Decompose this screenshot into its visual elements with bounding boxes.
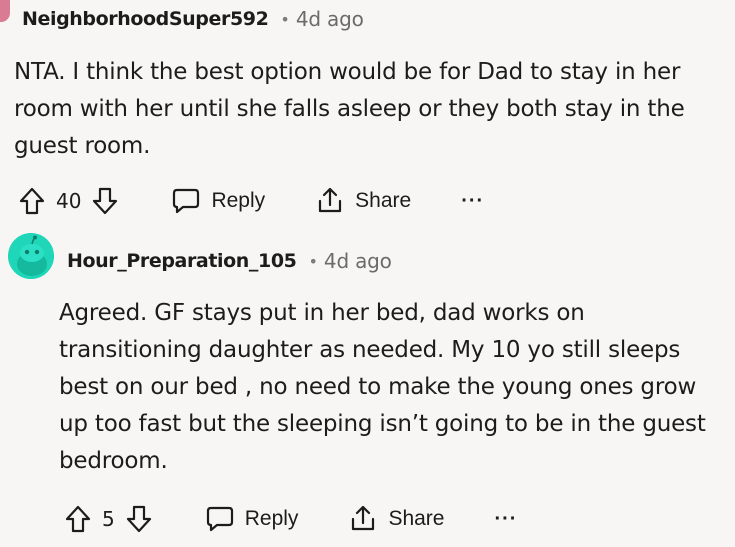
timestamp[interactable]: 4d ago bbox=[324, 249, 392, 273]
reply-button[interactable]: Reply bbox=[171, 187, 265, 215]
chat-bubble-icon bbox=[171, 187, 201, 215]
more-options-icon[interactable]: ··· bbox=[494, 508, 517, 531]
vote-count: 40 bbox=[56, 189, 82, 213]
upvote-icon[interactable] bbox=[64, 504, 92, 534]
share-label: Share bbox=[355, 189, 412, 212]
upvote-icon[interactable] bbox=[18, 186, 46, 216]
comment-header: NeighborhoodSuper592 • 4d ago bbox=[22, 4, 364, 34]
share-icon bbox=[348, 504, 378, 534]
downvote-icon[interactable] bbox=[125, 504, 153, 534]
share-label: Share bbox=[388, 507, 445, 530]
share-button[interactable]: Share bbox=[315, 186, 411, 216]
reply-label: Reply bbox=[244, 507, 299, 530]
share-icon bbox=[315, 186, 345, 216]
snoo-avatar-icon bbox=[8, 233, 54, 279]
separator-dot: • bbox=[308, 251, 318, 271]
reply-button[interactable]: Reply bbox=[205, 505, 299, 533]
comment-actions: 40 Reply Share ··· bbox=[18, 181, 484, 221]
chat-bubble-icon bbox=[205, 505, 235, 533]
timestamp[interactable]: 4d ago bbox=[296, 7, 364, 31]
username[interactable]: Hour_Preparation_105 bbox=[67, 250, 297, 272]
comment-body: NTA. I think the best option would be fo… bbox=[14, 59, 685, 159]
separator-dot: • bbox=[280, 9, 290, 29]
username[interactable]: NeighborhoodSuper592 bbox=[22, 8, 269, 30]
reply-label: Reply bbox=[211, 189, 266, 212]
share-button[interactable]: Share bbox=[348, 504, 444, 534]
comment-actions: 5 Reply Share ··· bbox=[64, 499, 517, 539]
vote-count: 5 bbox=[102, 507, 115, 531]
avatar[interactable] bbox=[8, 233, 54, 279]
avatar-partial[interactable] bbox=[0, 0, 10, 22]
more-options-icon[interactable]: ··· bbox=[461, 190, 484, 213]
comment-header: Hour_Preparation_105 • 4d ago bbox=[67, 246, 392, 276]
downvote-icon[interactable] bbox=[91, 186, 119, 216]
comment-body: Agreed. GF stays put in her bed, dad wor… bbox=[59, 300, 706, 474]
